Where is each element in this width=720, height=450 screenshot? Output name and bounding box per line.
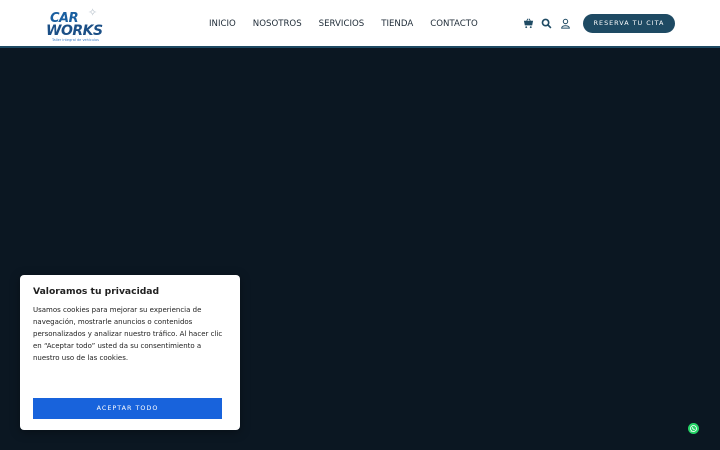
logo-text-works: WORKS bbox=[46, 23, 103, 39]
main-nav: INICIO NOSOTROS SERVICIOS TIENDA CONTACT… bbox=[209, 17, 495, 31]
nav-item-inicio[interactable]: INICIO bbox=[209, 17, 236, 31]
carworks-logo[interactable]: ✧ CAR WORKS Taller integral de vehículos bbox=[46, 6, 106, 42]
whatsapp-icon[interactable] bbox=[688, 423, 699, 434]
accept-all-cookies-button[interactable]: ACEPTAR TODO bbox=[33, 398, 222, 419]
reserve-appointment-button[interactable]: RESERVA TU CITA bbox=[583, 14, 675, 33]
cookie-banner-text: Usamos cookies para mejorar su experienc… bbox=[33, 306, 223, 362]
cookie-banner-title: Valoramos tu privacidad bbox=[33, 286, 160, 297]
nav-item-contacto[interactable]: CONTACTO bbox=[430, 17, 478, 31]
nav-item-nosotros[interactable]: NOSOTROS bbox=[253, 17, 302, 31]
nav-item-servicios[interactable]: SERVICIOS bbox=[319, 17, 365, 31]
search-icon[interactable] bbox=[541, 18, 552, 29]
user-icon[interactable] bbox=[560, 18, 571, 29]
logo-mark-icon: ✧ bbox=[88, 6, 98, 19]
site-header: ✧ CAR WORKS Taller integral de vehículos… bbox=[0, 0, 720, 48]
nav-item-tienda[interactable]: TIENDA bbox=[381, 17, 413, 31]
cart-icon[interactable] bbox=[523, 18, 534, 29]
cookie-consent-banner: Valoramos tu privacidad Usamos cookies p… bbox=[20, 275, 240, 430]
logo-tagline: Taller integral de vehículos bbox=[52, 38, 99, 42]
